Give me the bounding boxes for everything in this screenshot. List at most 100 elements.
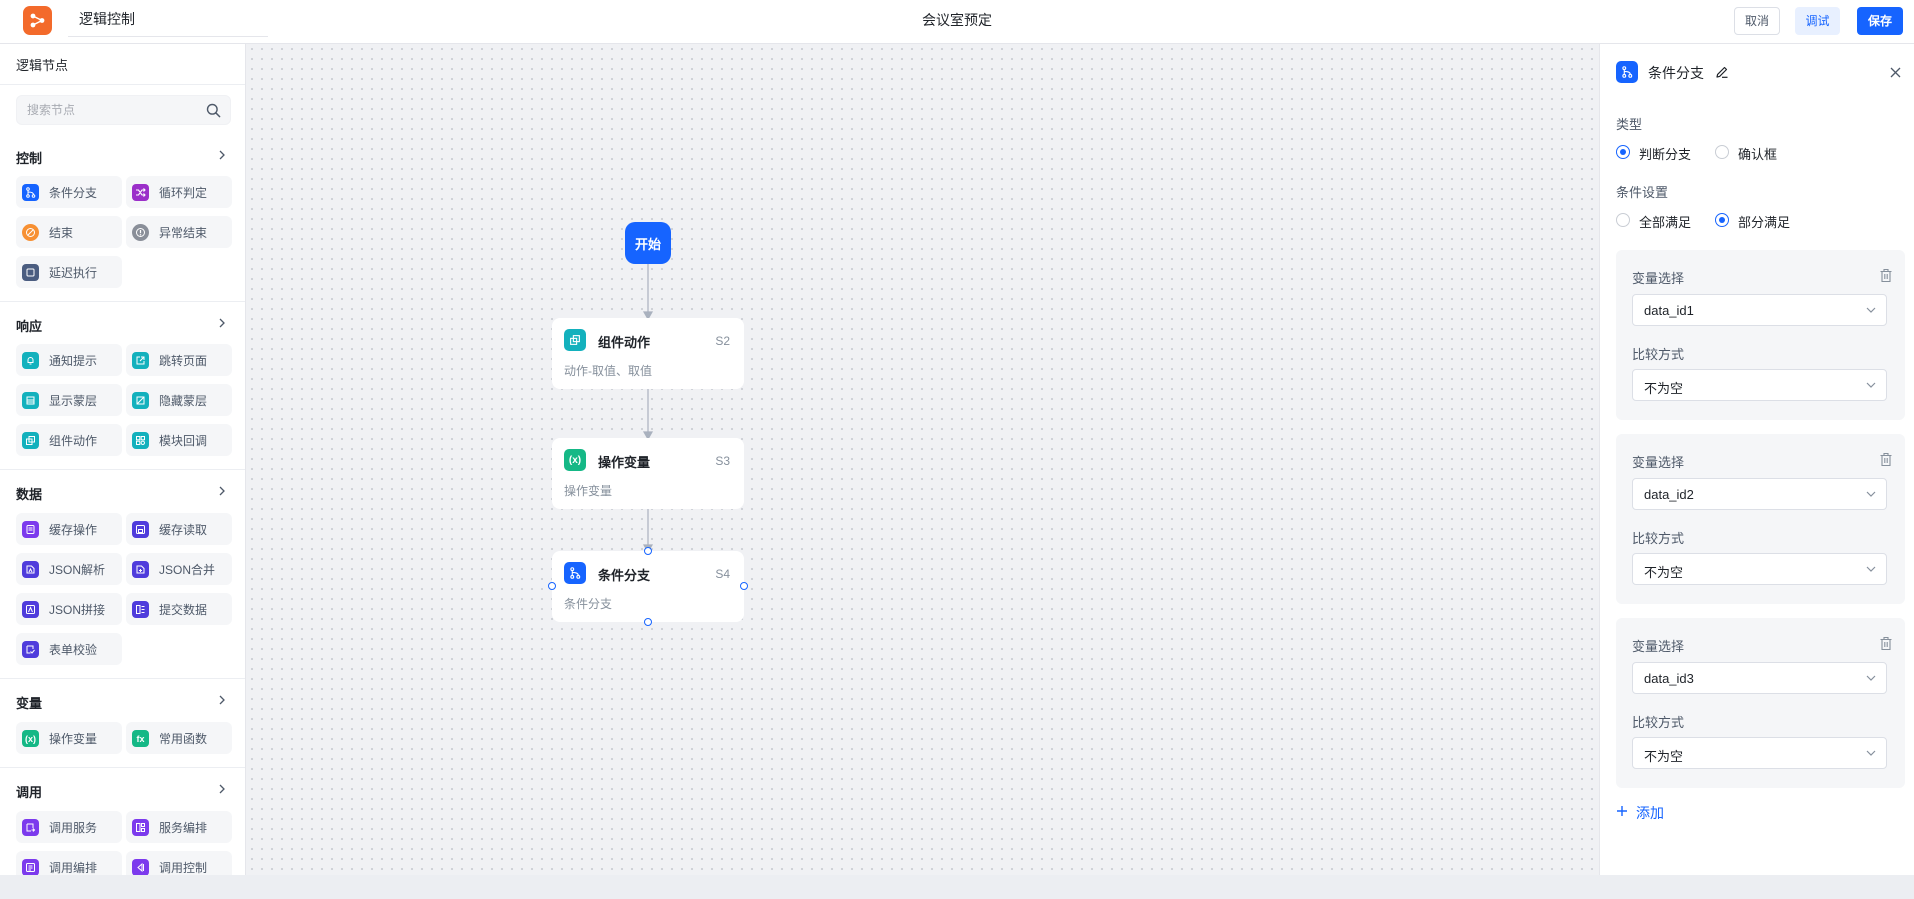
compare-select[interactable]: 不为空 bbox=[1632, 369, 1887, 401]
debug-button[interactable]: 调试 bbox=[1795, 7, 1840, 35]
app-name[interactable]: 逻辑控制 bbox=[68, 0, 268, 37]
json-parse-icon bbox=[22, 561, 39, 578]
flow-canvas[interactable]: 开始 组件动作 S2 动作-取值、取值 (x) 操作变量 S3 操作变量 条件分… bbox=[247, 44, 1599, 875]
node-item-common-function[interactable]: fx 常用函数 bbox=[126, 722, 232, 754]
section-header-control[interactable]: 控制 bbox=[16, 148, 231, 166]
radio-dot bbox=[1715, 213, 1729, 227]
app-logo[interactable] bbox=[23, 6, 52, 35]
node-item-label: 调用控制 bbox=[159, 861, 208, 875]
edit-icon[interactable] bbox=[1715, 65, 1729, 79]
section-title: 控制 bbox=[16, 151, 43, 166]
node-item-label: 提交数据 bbox=[159, 603, 208, 617]
node-palette: 逻辑节点 控制 条件分支 循环判定 结束 异常结束 延迟执行 响应 bbox=[0, 44, 246, 875]
section-header-call[interactable]: 调用 bbox=[16, 782, 231, 800]
chevron-down-icon bbox=[1866, 675, 1876, 681]
select-value: data_id1 bbox=[1644, 303, 1694, 318]
flow-node-s2[interactable]: 组件动作 S2 动作-取值、取值 bbox=[552, 318, 744, 389]
node-item-end[interactable]: 结束 bbox=[16, 216, 122, 248]
node-item-label: 缓存读取 bbox=[159, 523, 208, 537]
node-item-loop[interactable]: 循环判定 bbox=[126, 176, 232, 208]
node-item-hide-mask[interactable]: 隐藏蒙层 bbox=[126, 384, 232, 416]
node-item-service-orchestrate[interactable]: 服务编排 bbox=[126, 811, 232, 843]
stop-icon bbox=[22, 224, 39, 241]
cache-read-icon bbox=[132, 521, 149, 538]
node-item-jump[interactable]: 跳转页面 bbox=[126, 344, 232, 376]
radio-label: 部分满足 bbox=[1738, 215, 1791, 230]
select-value: 不为空 bbox=[1644, 749, 1684, 764]
node-item-label: JSON拼接 bbox=[49, 603, 106, 617]
node-item-label: 模块回调 bbox=[159, 434, 208, 448]
section-header-variable[interactable]: 变量 bbox=[16, 693, 231, 711]
section-title: 变量 bbox=[16, 696, 43, 711]
section-title: 响应 bbox=[16, 319, 43, 334]
flow-node-s4[interactable]: 条件分支 S4 条件分支 bbox=[552, 551, 744, 622]
node-item-notify[interactable]: 通知提示 bbox=[16, 344, 122, 376]
variable-select[interactable]: data_id1 bbox=[1632, 294, 1887, 326]
node-item-label: 表单校验 bbox=[49, 643, 98, 657]
chevron-down-icon bbox=[1866, 382, 1876, 388]
variable-select[interactable]: data_id3 bbox=[1632, 662, 1887, 694]
node-item-operate-variable[interactable]: (x) 操作变量 bbox=[16, 722, 122, 754]
node-item-json-parse[interactable]: JSON解析 bbox=[16, 553, 122, 585]
section-header-data[interactable]: 数据 bbox=[16, 484, 231, 502]
search-input[interactable] bbox=[17, 96, 197, 124]
function-icon: fx bbox=[132, 730, 149, 747]
compare-select[interactable]: 不为空 bbox=[1632, 737, 1887, 769]
compare-method-label: 比较方式 bbox=[1632, 531, 1685, 546]
select-value: 不为空 bbox=[1644, 381, 1684, 396]
connection-handle-top[interactable] bbox=[644, 547, 652, 555]
flow-logo-icon bbox=[30, 13, 45, 28]
chevron-down-icon bbox=[1866, 307, 1876, 313]
close-icon[interactable] bbox=[1890, 67, 1901, 78]
search-icon[interactable] bbox=[206, 103, 221, 118]
connection-handle-left[interactable] bbox=[548, 582, 556, 590]
node-item-component-action[interactable]: 组件动作 bbox=[16, 424, 122, 456]
variable-select-label: 变量选择 bbox=[1632, 639, 1685, 654]
radio-dot bbox=[1616, 145, 1630, 159]
connection-handle-right[interactable] bbox=[740, 582, 748, 590]
cancel-button[interactable]: 取消 bbox=[1734, 7, 1780, 35]
cache-icon bbox=[22, 521, 39, 538]
node-item-show-mask[interactable]: 显示蒙层 bbox=[16, 384, 122, 416]
node-item-label: 缓存操作 bbox=[49, 523, 98, 537]
node-item-error-end[interactable]: 异常结束 bbox=[126, 216, 232, 248]
node-desc: 操作变量 bbox=[564, 484, 613, 498]
start-node[interactable]: 开始 bbox=[625, 222, 671, 264]
node-item-json-merge[interactable]: JSON合并 bbox=[126, 553, 232, 585]
chevron-right-icon bbox=[219, 318, 225, 328]
component-icon bbox=[22, 432, 39, 449]
section-divider bbox=[0, 767, 245, 768]
node-title: 组件动作 bbox=[598, 335, 651, 350]
compare-select[interactable]: 不为空 bbox=[1632, 553, 1887, 585]
trash-icon[interactable] bbox=[1879, 636, 1893, 651]
trash-icon[interactable] bbox=[1879, 268, 1893, 283]
node-item-json-concat[interactable]: JSON拼接 bbox=[16, 593, 122, 625]
node-item-cache-read[interactable]: 缓存读取 bbox=[126, 513, 232, 545]
node-step: S3 bbox=[715, 454, 730, 468]
flow-node-s3[interactable]: (x) 操作变量 S3 操作变量 bbox=[552, 438, 744, 509]
variable-icon: (x) bbox=[564, 449, 586, 471]
node-desc: 动作-取值、取值 bbox=[564, 364, 652, 378]
node-item-form-validate[interactable]: 表单校验 bbox=[16, 633, 122, 665]
node-item-cache-op[interactable]: 缓存操作 bbox=[16, 513, 122, 545]
connection-handle-bottom[interactable] bbox=[644, 618, 652, 626]
node-item-module-callback[interactable]: 模块回调 bbox=[126, 424, 232, 456]
node-item-label: 异常结束 bbox=[159, 226, 208, 240]
node-item-submit[interactable]: 提交数据 bbox=[126, 593, 232, 625]
trash-icon[interactable] bbox=[1879, 452, 1893, 467]
node-item-label: 通知提示 bbox=[49, 354, 98, 368]
node-item-branch[interactable]: 条件分支 bbox=[16, 176, 122, 208]
node-item-call-service[interactable]: 调用服务 bbox=[16, 811, 122, 843]
save-button[interactable]: 保存 bbox=[1857, 7, 1903, 35]
node-item-call-control[interactable]: 调用控制 bbox=[126, 851, 232, 875]
select-value: data_id3 bbox=[1644, 671, 1694, 686]
variable-select[interactable]: data_id2 bbox=[1632, 478, 1887, 510]
node-item-delay[interactable]: 延迟执行 bbox=[16, 256, 122, 288]
delay-icon bbox=[22, 264, 39, 281]
condition-setting-label: 条件设置 bbox=[1616, 185, 1669, 200]
service-icon bbox=[22, 819, 39, 836]
node-item-call-orchestrate[interactable]: 调用编排 bbox=[16, 851, 122, 875]
section-header-response[interactable]: 响应 bbox=[16, 316, 231, 334]
radio-label: 全部满足 bbox=[1639, 215, 1692, 230]
select-value: data_id2 bbox=[1644, 487, 1694, 502]
